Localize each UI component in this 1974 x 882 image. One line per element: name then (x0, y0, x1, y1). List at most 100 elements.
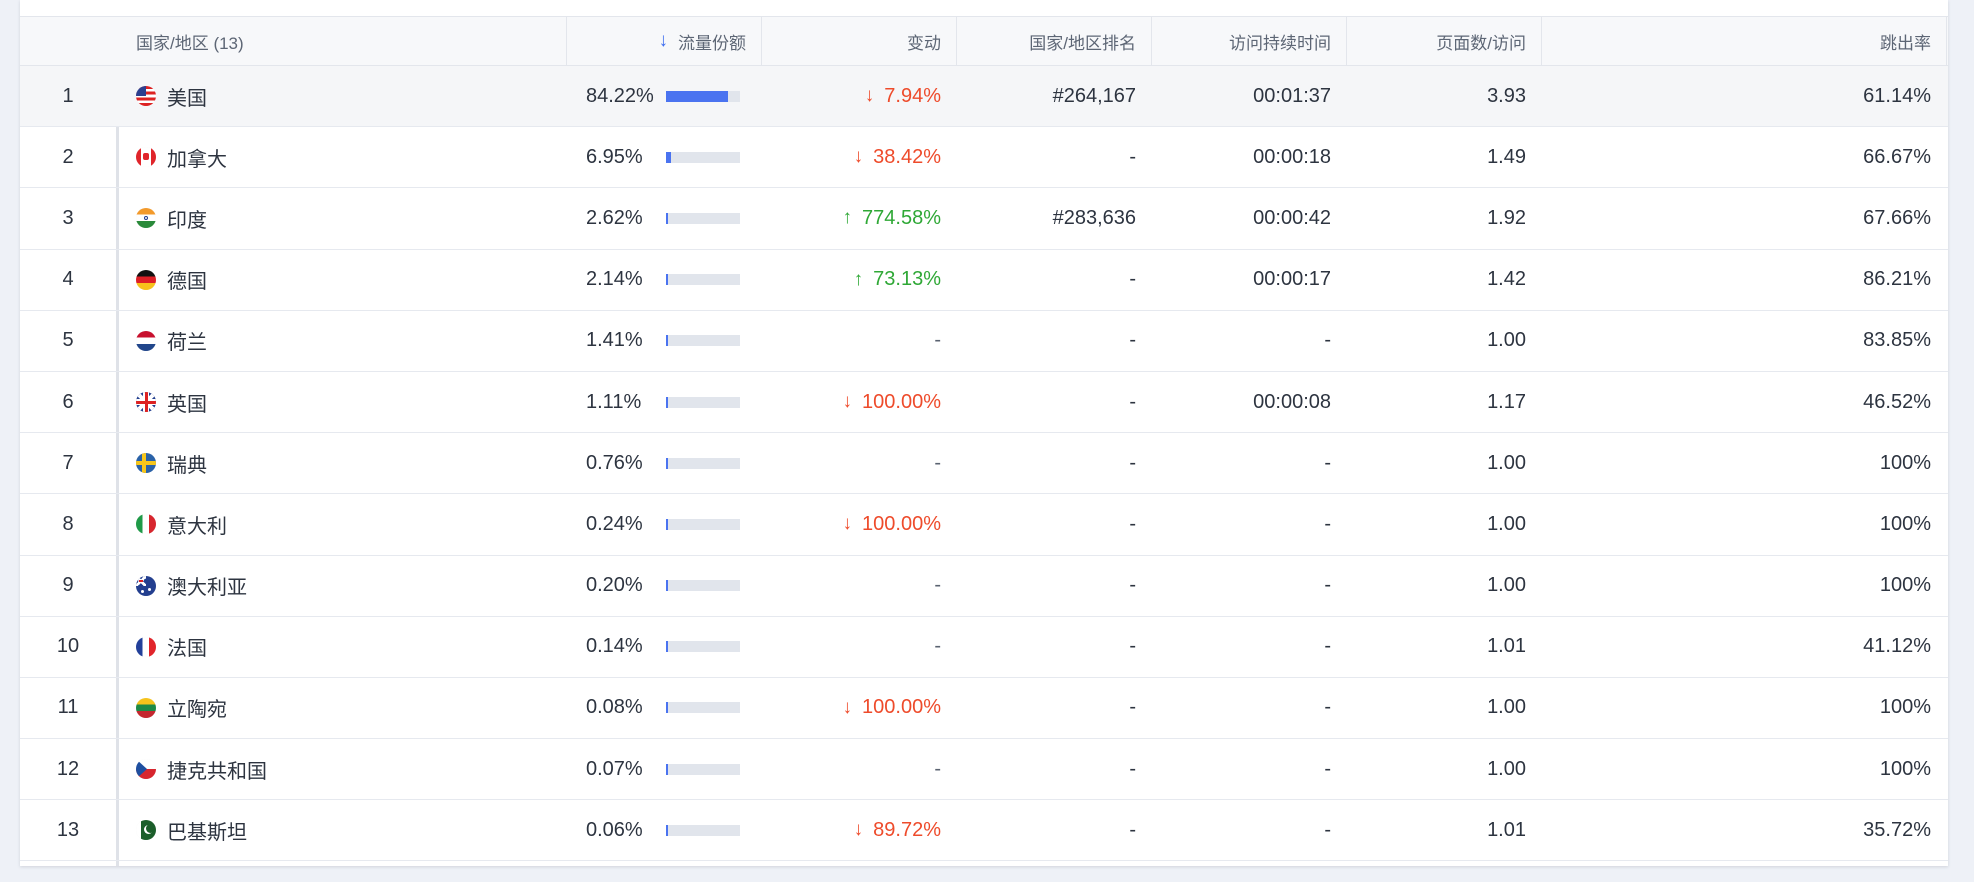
row-traffic-share: 0.76% (586, 433, 756, 493)
traffic-share-bar-fill (666, 212, 668, 224)
header-visit-duration[interactable]: 访问持续时间 (1151, 17, 1331, 65)
table-row[interactable]: 2 加拿大 6.95% ↓ 38.42% - 00:00:18 1.49 66.6… (20, 127, 1948, 189)
row-pages-per-visit: 1.42 (1487, 268, 1526, 291)
row-pages-per-visit: 1.49 (1487, 145, 1526, 168)
row-bounce-rate: 83.85% (1863, 329, 1931, 352)
table-row[interactable]: 7 瑞典 0.76% - - - 1.00 100% (20, 433, 1948, 495)
row-country-name: 澳大利亚 (167, 577, 247, 600)
row-change: - (761, 556, 941, 616)
row-pages-per-visit: 1.01 (1487, 635, 1526, 658)
row-traffic-share-value: 1.11% (586, 390, 642, 413)
row-traffic-share: 0.14% (586, 617, 756, 677)
row-change: - (761, 739, 941, 799)
row-bounce-rate: 66.67% (1863, 145, 1931, 168)
table-row[interactable]: 1 美国 84.22% ↓ 7.94% #264,167 00:01:37 3.9… (20, 66, 1948, 128)
germany-flag-icon (136, 269, 156, 290)
row-rank: 7 (62, 451, 74, 474)
row-country[interactable]: 印度 (136, 188, 556, 248)
header-country[interactable]: 国家/地区 (13) (136, 17, 556, 65)
row-rank: 2 (62, 145, 74, 168)
traffic-share-bar-fill (666, 763, 668, 775)
row-visit-duration: - (1324, 451, 1331, 474)
row-country[interactable]: 加拿大 (136, 127, 556, 187)
row-change: ↓ 100.00% (761, 494, 941, 554)
row-country[interactable]: 意大利 (136, 494, 556, 554)
row-rank: 6 (62, 390, 74, 413)
australia-flag-icon (136, 575, 156, 596)
table-header-row: 国家/地区 (13) ↓ 流量份额 变动 国家/地区排名 访问持续时间 页面数/… (20, 16, 1948, 66)
row-country-rank: - (1129, 451, 1136, 474)
row-country-name: 瑞典 (167, 454, 207, 477)
table-row[interactable]: 12 捷克共和国 0.07% - - - 1.00 100% (20, 739, 1948, 801)
lithuania-flag-icon (136, 697, 156, 718)
table-row[interactable]: 9 澳大利亚 0.20% - - - 1.00 100% (20, 556, 1948, 617)
traffic-share-bar-fill (666, 396, 668, 408)
row-traffic-share-value: 2.14% (586, 268, 643, 291)
row-traffic-share: 0.20% (586, 556, 756, 616)
table-row[interactable]: 13 巴基斯坦 0.06% ↓ 89.72% - - 1.01 35.72% (20, 800, 1948, 862)
header-traffic-share-label: 流量份额 (678, 33, 746, 53)
row-pages-per-visit: 1.00 (1487, 574, 1526, 597)
arrow-down-icon: ↓ (853, 146, 864, 168)
row-visit-duration: - (1324, 696, 1331, 719)
row-country[interactable]: 英国 (136, 372, 556, 432)
table-row[interactable]: 5 荷兰 1.41% - - - 1.00 83.85% (20, 311, 1948, 372)
row-country[interactable]: 澳大利亚 (136, 556, 556, 616)
table-row[interactable]: 10 法国 0.14% - - - 1.01 41.12% (20, 617, 1948, 678)
row-traffic-share-value: 0.24% (586, 512, 643, 535)
traffic-share-bar-fill (666, 457, 668, 469)
row-bounce-rate: 41.12% (1863, 635, 1931, 658)
row-country-name: 立陶宛 (167, 699, 227, 722)
header-bounce-rate[interactable]: 跳出率 (1541, 17, 1931, 65)
row-change: - (761, 617, 941, 677)
row-bounce-rate: 100% (1879, 574, 1931, 597)
arrow-up-icon: ↑ (853, 268, 864, 290)
row-country-rank: - (1129, 818, 1136, 841)
row-country-name: 捷克共和国 (167, 760, 267, 783)
header-country-rank[interactable]: 国家/地区排名 (956, 17, 1136, 65)
row-country-name: 印度 (167, 209, 207, 232)
row-visit-duration: - (1324, 512, 1331, 535)
arrow-down-icon: ↓ (842, 391, 853, 413)
row-traffic-share-value: 6.95% (586, 145, 643, 168)
table-row[interactable]: 11 立陶宛 0.08% ↓ 100.00% - - 1.00 100% (20, 678, 1948, 740)
row-change-value: - (934, 635, 941, 658)
row-country[interactable]: 瑞典 (136, 433, 556, 493)
row-country[interactable]: 德国 (136, 250, 556, 310)
row-visit-duration: 00:00:17 (1253, 268, 1331, 291)
row-pages-per-visit: 3.93 (1487, 84, 1526, 107)
header-traffic-share[interactable]: ↓ 流量份额 (566, 17, 747, 65)
row-pages-per-visit: 1.00 (1487, 329, 1526, 352)
arrow-down-icon: ↓ (842, 696, 853, 718)
table-row[interactable]: 3 印度 2.62% ↑ 774.58% #283,636 00:00:42 1.… (20, 188, 1948, 250)
traffic-share-bar-fill (666, 335, 668, 347)
row-country[interactable]: 捷克共和国 (136, 739, 556, 799)
row-rank: 12 (56, 757, 80, 780)
row-change: ↓ 38.42% (761, 127, 941, 187)
row-visit-duration: - (1324, 757, 1331, 780)
row-country[interactable]: 立陶宛 (136, 678, 556, 738)
traffic-share-bar (666, 457, 740, 469)
table-row[interactable]: 4 德国 2.14% ↑ 73.13% - 00:00:17 1.42 86.21… (20, 250, 1948, 311)
row-country-rank: - (1129, 574, 1136, 597)
row-bounce-rate: 100% (1879, 512, 1931, 535)
row-visit-duration: 00:00:08 (1253, 390, 1331, 413)
traffic-share-bar (666, 763, 740, 775)
row-country-name: 英国 (167, 393, 207, 416)
row-country[interactable]: 巴基斯坦 (136, 800, 556, 860)
header-pages-per-visit[interactable]: 页面数/访问 (1346, 17, 1526, 65)
row-country[interactable]: 法国 (136, 617, 556, 677)
arrow-down-icon: ↓ (853, 819, 864, 841)
row-bounce-rate: 100% (1879, 757, 1931, 780)
row-rank: 5 (62, 329, 74, 352)
row-visit-duration: 00:00:42 (1253, 206, 1331, 229)
table-row[interactable]: 6 英国 1.11% ↓ 100.00% - 00:00:08 1.17 46.5… (20, 372, 1948, 434)
row-pages-per-visit: 1.01 (1487, 818, 1526, 841)
row-country[interactable]: 美国 (136, 66, 556, 126)
header-change[interactable]: 变动 (761, 17, 941, 65)
row-country[interactable]: 荷兰 (136, 311, 556, 371)
traffic-share-bar-fill (666, 580, 668, 592)
table-row[interactable]: 8 意大利 0.24% ↓ 100.00% - - 1.00 100% (20, 494, 1948, 556)
row-pages-per-visit: 1.17 (1487, 390, 1526, 413)
traffic-share-bar (666, 90, 740, 102)
